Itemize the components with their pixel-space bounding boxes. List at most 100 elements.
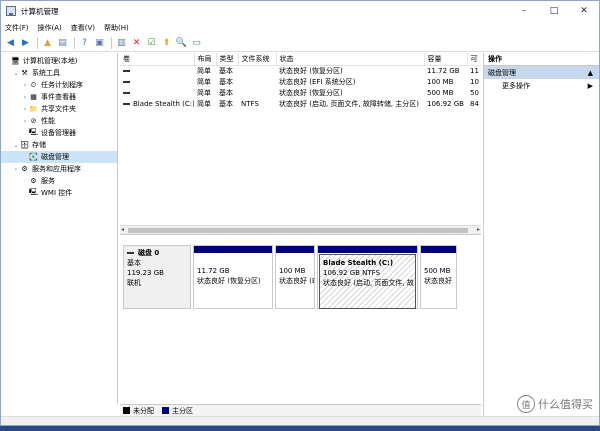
tree-item-services[interactable]: ⚙ 服务 xyxy=(1,175,117,187)
tree-item-label: WMI 控件 xyxy=(41,189,73,197)
expand-arrow-icon[interactable]: › xyxy=(21,82,29,89)
forward-icon[interactable]: ▶ xyxy=(19,37,32,50)
legend: 未分配 主分区 xyxy=(120,404,481,416)
tree-item-services-apps[interactable]: › ⚙ 服务和应用程序 xyxy=(1,163,117,175)
shared-folders-icon: 📁 xyxy=(29,105,38,113)
services-icon: ⚙ xyxy=(30,177,37,185)
partition-block[interactable]: Blade Stealth (C:) 106.92 GB NTFS 状态良好 (启动… xyxy=(317,245,418,309)
actions-pane: 操作 磁盘管理 ▲ 更多操作 ▶ xyxy=(483,53,599,416)
desktop-strip xyxy=(0,426,600,431)
expand-arrow-icon[interactable]: › xyxy=(21,106,29,113)
table-cell: 10 xyxy=(470,77,479,86)
scroll-thumb[interactable] xyxy=(128,228,468,233)
show-hide-tree-icon[interactable]: ▤ xyxy=(56,37,69,50)
expand-arrow-icon[interactable]: ⌄ xyxy=(12,70,20,77)
tree-item-device-manager[interactable]: 🖳 设备管理器 xyxy=(1,127,117,139)
disk-label[interactable]: 磁盘 0 基本 119.23 GB 联机 xyxy=(123,245,191,309)
tree-item-computer-mgmt-root[interactable]: 🖥 计算机管理(本地) xyxy=(1,55,117,67)
toolbar: ◀ ▶ ▲ ▤? ▣ ▥ ✕ ☑ ⬆ 🔍 ▭ xyxy=(1,35,599,52)
table-cell: 100 MB xyxy=(427,77,454,86)
horizontal-scrollbar[interactable]: ◂ ▸ xyxy=(120,225,481,234)
expand-arrow-icon[interactable]: ⌄ xyxy=(12,142,20,149)
partition-status: 状态良好 (E xyxy=(279,277,314,285)
expand-arrow-icon[interactable]: › xyxy=(21,118,29,125)
table-row[interactable]: 简单 基本 状态良好 (恢复分区) 500 MB 50 xyxy=(120,87,481,98)
menu-action[interactable]: 操作(A) xyxy=(38,23,62,33)
toolbar-separator xyxy=(111,37,112,49)
volume-icon xyxy=(123,91,130,94)
scroll-left-icon[interactable]: ◂ xyxy=(121,226,124,233)
partition-size: 11.72 GB xyxy=(197,267,230,275)
expand-arrow-icon[interactable]: › xyxy=(12,166,20,173)
tree-item-label: 服务 xyxy=(41,177,55,185)
tree-item-disk-management[interactable]: 💽 磁盘管理 xyxy=(1,151,117,163)
column-header[interactable]: 文件系统 xyxy=(238,53,277,66)
more-actions-item[interactable]: 更多操作 ▶ xyxy=(484,79,599,92)
computer-management-icon xyxy=(6,6,16,16)
table-row[interactable]: 简单 基本 状态良好 (EFI 系统分区) 100 MB 10 xyxy=(120,76,481,87)
maximize-button[interactable]: □ xyxy=(539,1,569,21)
help-icon[interactable]: ? xyxy=(78,37,91,50)
tree-item-system-tools[interactable]: ⌄ ⚒ 系统工具 xyxy=(1,67,117,79)
delete-icon[interactable]: ✕ xyxy=(130,37,143,50)
partition-color-bar xyxy=(318,246,417,253)
menu-file[interactable]: 文件(F) xyxy=(5,23,29,33)
table-cell: 基本 xyxy=(219,66,233,75)
toolbar-separator xyxy=(37,37,38,49)
up-folder-icon[interactable]: ▲ xyxy=(41,37,54,50)
column-header[interactable]: 卷 xyxy=(120,53,195,66)
event-viewer-icon: ▦ xyxy=(30,93,37,101)
disk-name: 磁盘 0 xyxy=(138,249,160,257)
partition-color-bar xyxy=(421,246,456,253)
collapse-up-icon[interactable]: ▲ xyxy=(588,69,593,77)
back-icon[interactable]: ◀ xyxy=(4,37,17,50)
partition-block[interactable]: 11.72 GB 状态良好 (恢复分区) xyxy=(193,245,273,309)
partition-block[interactable]: 500 MB 状态良好 xyxy=(420,245,457,309)
toolbar-separator xyxy=(74,37,75,49)
tree-item-wmi-control[interactable]: 🖳 WMI 控件 xyxy=(1,187,117,199)
help-book-icon[interactable]: 🔍 xyxy=(175,37,188,50)
properties-icon[interactable]: ▣ xyxy=(93,37,106,50)
connect-icon[interactable]: ▥ xyxy=(115,37,128,50)
table-row[interactable]: 简单 基本 状态良好 (恢复分区) 11.72 GB 11 xyxy=(120,65,481,76)
column-header[interactable]: 可 xyxy=(467,53,481,66)
disk-state: 联机 xyxy=(127,279,141,287)
volume-icon xyxy=(123,80,130,83)
expand-arrow-icon[interactable]: › xyxy=(21,94,29,101)
partition-block[interactable]: 100 MB 状态良好 (E xyxy=(275,245,315,309)
table-cell: 状态良好 (启动, 页面文件, 故障转储, 主分区) xyxy=(279,99,420,108)
services-apps-icon: ⚙ xyxy=(21,165,28,173)
minimize-button[interactable]: – xyxy=(509,1,539,21)
watermark-logo-icon: 值 xyxy=(517,395,535,413)
menu-help[interactable]: 帮助(H) xyxy=(104,23,129,33)
column-header[interactable]: 类型 xyxy=(216,53,239,66)
column-header[interactable]: 布局 xyxy=(194,53,217,66)
column-header[interactable]: 状态 xyxy=(276,53,425,66)
more-actions-label: 更多操作 xyxy=(502,81,530,90)
tree-item-shared-folders[interactable]: › 📁 共享文件夹 xyxy=(1,103,117,115)
view-icon[interactable]: ▭ xyxy=(190,37,203,50)
tree-item-label: 任务计划程序 xyxy=(41,81,83,89)
partition-title xyxy=(197,256,269,266)
tree-item-label: 磁盘管理 xyxy=(41,153,69,161)
watermark: 值 什么值得买 xyxy=(517,395,593,413)
actions-section-disk-management[interactable]: 磁盘管理 ▲ xyxy=(484,66,599,79)
table-cell: 状态良好 (EFI 系统分区) xyxy=(279,77,356,86)
table-cell: 11 xyxy=(470,66,479,75)
tree-item-event-viewer[interactable]: › ▦ 事件查看器 xyxy=(1,91,117,103)
tree-item-label: 存储 xyxy=(32,141,46,149)
column-header[interactable]: 容量 xyxy=(424,53,468,66)
menu-view[interactable]: 查看(V) xyxy=(71,23,95,33)
tree-item-task-scheduler[interactable]: › ⏲ 任务计划程序 xyxy=(1,79,117,91)
table-cell: 84 xyxy=(470,99,479,108)
close-button[interactable]: ✕ xyxy=(569,1,599,21)
navigation-tree: 🖥 计算机管理(本地) ⌄ ⚒ 系统工具 › ⏲ 任务计划程序 › ▦ 事件查看器 › 📁 共享文件夹 › ⊘… xyxy=(1,53,118,404)
scroll-right-icon[interactable]: ▸ xyxy=(477,226,480,233)
actions-section-label: 磁盘管理 xyxy=(488,68,516,77)
checklist-icon[interactable]: ☑ xyxy=(145,37,158,50)
table-row[interactable]: Blade Stealth (C:) 简单 基本 NTFS 状态良好 (启动, 页面文件… xyxy=(120,98,481,109)
export-icon[interactable]: ⬆ xyxy=(160,37,173,50)
tree-item-label: 事件查看器 xyxy=(41,93,76,101)
tree-item-performance[interactable]: › ⊘ 性能 xyxy=(1,115,117,127)
tree-item-storage[interactable]: ⌄ 🗄 存储 xyxy=(1,139,117,151)
